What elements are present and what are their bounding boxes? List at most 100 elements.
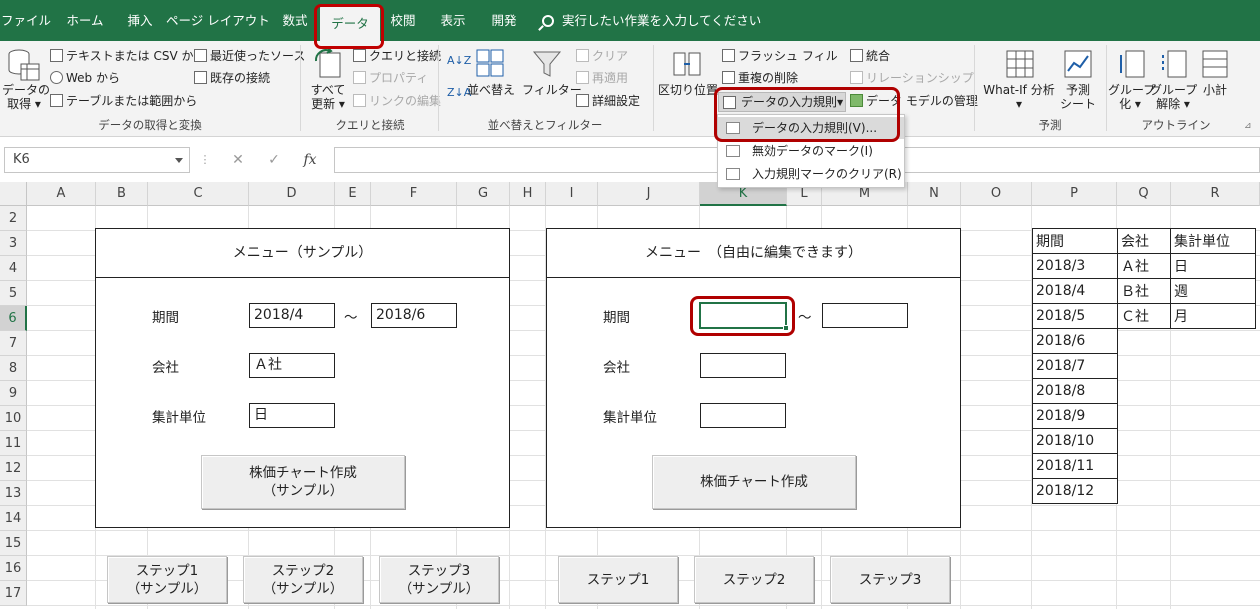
period-list-item[interactable]: 2018/3 — [1032, 253, 1118, 279]
step2-button[interactable]: ステップ2 — [694, 556, 814, 603]
edit-links-button[interactable]: リンクの編集 — [353, 94, 441, 109]
reapply-button[interactable]: 再適用 — [576, 71, 628, 86]
insert-function-icon[interactable]: fx — [298, 147, 322, 173]
row-header-10[interactable]: 10 — [0, 406, 27, 431]
relationships-button[interactable]: リレーションシップ — [850, 71, 974, 86]
subtotal-button[interactable]: 小計 — [1198, 83, 1232, 97]
row-header-5[interactable]: 5 — [0, 281, 27, 306]
recent-sources-button[interactable]: 最近使ったソース — [194, 49, 305, 64]
group-button[interactable]: グループ 化 ▾ — [1108, 83, 1155, 111]
column-header-q[interactable]: Q — [1117, 182, 1171, 206]
company-list-item[interactable]: Ａ社 — [1117, 253, 1171, 279]
period-list-item[interactable]: 2018/11 — [1032, 453, 1118, 479]
row-header-11[interactable]: 11 — [0, 431, 27, 456]
advanced-filter-button[interactable]: 詳細設定 — [576, 94, 640, 109]
period-list-item[interactable]: 2018/7 — [1032, 353, 1118, 379]
row-header-7[interactable]: 7 — [0, 331, 27, 356]
period-list-item[interactable]: 2018/8 — [1032, 378, 1118, 404]
consolidate-button[interactable]: 統合 — [850, 49, 890, 64]
step3-button[interactable]: ステップ3 — [830, 556, 950, 603]
row-header-3[interactable]: 3 — [0, 231, 27, 256]
sample-chart-button[interactable]: 株価チャート作成 （サンプル） — [201, 455, 405, 509]
column-header-j[interactable]: J — [598, 182, 700, 206]
period-header[interactable]: 期間 — [1032, 228, 1118, 254]
menu-item-clear-circles[interactable]: 入力規則マークのクリア(R) — [718, 163, 904, 185]
column-header-g[interactable]: G — [457, 182, 510, 206]
row-header-6[interactable]: 6 — [0, 306, 27, 331]
tab-developer[interactable]: 開発 — [484, 0, 524, 41]
row-header-4[interactable]: 4 — [0, 256, 27, 281]
company-list-item[interactable]: Ｃ社 — [1117, 303, 1171, 329]
cancel-icon[interactable]: ✕ — [226, 147, 250, 173]
editable-period-to-cell[interactable] — [822, 303, 908, 328]
company-header[interactable]: 会社 — [1117, 228, 1171, 254]
existing-connections-button[interactable]: 既存の接続 — [194, 71, 270, 86]
menu-item-circle-invalid[interactable]: 無効データのマーク(I) — [718, 140, 904, 162]
text-to-columns-button[interactable]: 区切り位置 — [658, 83, 718, 97]
editable-company-cell[interactable] — [700, 353, 786, 378]
column-header-h[interactable]: H — [510, 182, 546, 206]
unit-list-item[interactable]: 日 — [1170, 253, 1256, 279]
from-web-button[interactable]: Web から — [50, 71, 120, 86]
sample-unit-cell[interactable]: 日 — [249, 403, 335, 428]
get-data-button[interactable]: データの 取得 ▾ — [2, 83, 50, 111]
unit-header[interactable]: 集計単位 — [1170, 228, 1256, 254]
sort-ascending-button[interactable]: A↓Z — [447, 53, 471, 68]
tab-review[interactable]: 校閲 — [384, 0, 422, 41]
step2-sample-button[interactable]: ステップ2 （サンプル） — [243, 556, 363, 603]
unit-list-item[interactable]: 月 — [1170, 303, 1256, 329]
sort-button[interactable]: 並べ替え — [466, 83, 516, 97]
name-box[interactable]: K6 — [4, 147, 190, 173]
row-header-13[interactable]: 13 — [0, 481, 27, 506]
row-header-2[interactable]: 2 — [0, 206, 27, 231]
tab-formulas[interactable]: 数式 — [272, 0, 318, 41]
column-header-o[interactable]: O — [961, 182, 1032, 206]
dialog-launcher-icon[interactable]: ⊿ — [1244, 119, 1252, 134]
column-header-d[interactable]: D — [249, 182, 335, 206]
flash-fill-button[interactable]: フラッシュ フィル — [722, 49, 838, 64]
period-list-item[interactable]: 2018/4 — [1032, 278, 1118, 304]
row-header-8[interactable]: 8 — [0, 356, 27, 381]
queries-connections-button[interactable]: クエリと接続 — [353, 49, 441, 64]
sample-period-to-cell[interactable]: 2018/6 — [371, 303, 457, 328]
column-header-e[interactable]: E — [335, 182, 371, 206]
period-list-item[interactable]: 2018/12 — [1032, 478, 1118, 504]
step1-sample-button[interactable]: ステップ1 （サンプル） — [107, 556, 227, 603]
forecast-sheet-button[interactable]: 予測 シート — [1054, 83, 1102, 111]
period-list-item[interactable]: 2018/10 — [1032, 428, 1118, 454]
remove-duplicates-button[interactable]: 重複の削除 — [722, 71, 798, 86]
what-if-analysis-button[interactable]: What-If 分析 ▾ — [980, 83, 1058, 111]
row-header-9[interactable]: 9 — [0, 381, 27, 406]
properties-button[interactable]: プロパティ — [353, 71, 428, 86]
filter-button[interactable]: フィルター — [522, 83, 582, 97]
clear-filter-button[interactable]: クリア — [576, 49, 628, 64]
column-header-b[interactable]: B — [96, 182, 148, 206]
unit-list-item[interactable]: 週 — [1170, 278, 1256, 304]
from-table-button[interactable]: テーブルまたは範囲から — [50, 94, 197, 109]
enter-icon[interactable]: ✓ — [262, 147, 286, 173]
step1-button[interactable]: ステップ1 — [558, 556, 678, 603]
from-text-csv-button[interactable]: テキストまたは CSV から — [50, 49, 205, 64]
row-header-16[interactable]: 16 — [0, 556, 27, 581]
tell-me-search[interactable]: 実行したい作業を入力してください — [542, 0, 761, 41]
column-header-c[interactable]: C — [148, 182, 249, 206]
column-header-p[interactable]: P — [1032, 182, 1117, 206]
sample-company-cell[interactable]: Ａ社 — [249, 353, 335, 378]
column-header-a[interactable]: A — [27, 182, 96, 206]
editable-unit-cell[interactable] — [700, 403, 786, 428]
tab-insert[interactable]: 挿入 — [116, 0, 164, 41]
period-list-item[interactable]: 2018/5 — [1032, 303, 1118, 329]
row-header-12[interactable]: 12 — [0, 456, 27, 481]
period-list-item[interactable]: 2018/9 — [1032, 403, 1118, 429]
editable-chart-button[interactable]: 株価チャート作成 — [652, 455, 856, 509]
sample-period-from-cell[interactable]: 2018/4 — [249, 303, 335, 328]
step3-sample-button[interactable]: ステップ3 （サンプル） — [379, 556, 499, 603]
select-all-corner[interactable] — [0, 182, 27, 206]
row-header-15[interactable]: 15 — [0, 531, 27, 556]
refresh-all-button[interactable]: すべて 更新 ▾ — [306, 83, 350, 111]
ungroup-button[interactable]: グループ 解除 ▾ — [1150, 83, 1197, 111]
column-header-i[interactable]: I — [546, 182, 598, 206]
period-list-item[interactable]: 2018/6 — [1032, 328, 1118, 354]
tab-page-layout[interactable]: ページ レイアウト — [166, 0, 270, 41]
column-header-n[interactable]: N — [908, 182, 961, 206]
